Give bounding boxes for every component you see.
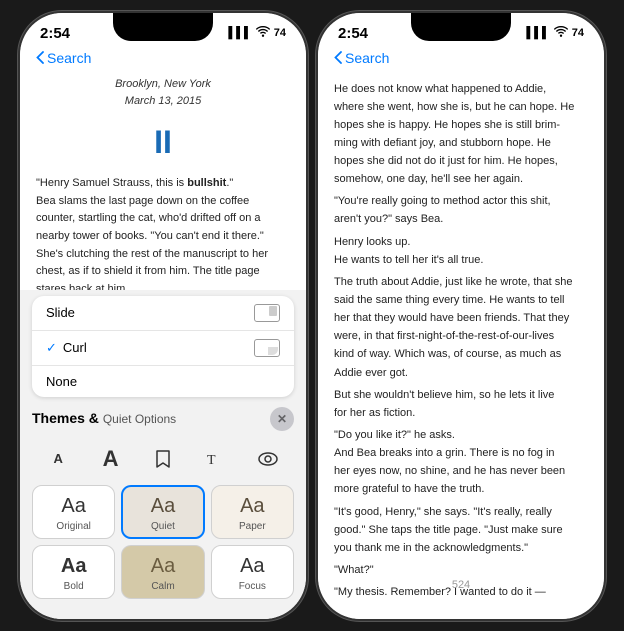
notch-right: [411, 13, 511, 41]
slide-options: Slide ✓ Curl: [32, 296, 294, 397]
none-label: None: [46, 374, 77, 389]
theme-paper[interactable]: Aa Paper: [211, 485, 294, 539]
theme-original[interactable]: Aa Original: [32, 485, 115, 539]
battery-icon-left: 74: [274, 27, 286, 39]
slide-option-slide[interactable]: Slide: [32, 296, 294, 331]
book-header: Brooklyn, New York March 13, 2015: [36, 76, 290, 110]
nav-bar-right[interactable]: Search: [318, 46, 604, 72]
close-button[interactable]: ✕: [270, 407, 294, 431]
book-date: March 13, 2015: [36, 93, 290, 110]
font-small-button[interactable]: A: [40, 441, 76, 477]
theme-label-quiet: Quiet: [151, 521, 175, 532]
curl-icon: [254, 339, 280, 357]
svg-text:T: T: [207, 453, 216, 467]
theme-aa-original: Aa: [61, 495, 85, 518]
theme-label-paper: Paper: [239, 521, 266, 532]
theme-aa-bold: Aa: [61, 555, 87, 578]
quiet-options-text: Quiet Options: [103, 412, 176, 426]
signal-icon-left: ▌▌▌: [228, 27, 251, 39]
theme-grid: Aa Original Aa Quiet Aa Paper Aa Bold: [32, 485, 294, 599]
back-label-left: Search: [47, 50, 91, 66]
eye-button[interactable]: [250, 441, 286, 477]
bottom-panel: Slide ✓ Curl: [20, 290, 306, 619]
toolbar-row: A A T: [32, 437, 294, 485]
bookmark-button[interactable]: [145, 441, 181, 477]
right-screen: 2:54 ▌▌▌ 74 Search He does not know: [318, 13, 604, 619]
signal-icon-right: ▌▌▌: [526, 27, 549, 39]
theme-label-calm: Calm: [151, 581, 174, 592]
slide-option-curl[interactable]: ✓ Curl: [32, 331, 294, 366]
wifi-icon-right: [554, 26, 568, 40]
slide-icon: [254, 304, 280, 322]
theme-aa-calm: Aa: [151, 555, 175, 578]
theme-label-bold: Bold: [64, 581, 84, 592]
chapter-number: II: [36, 118, 290, 168]
status-time-right: 2:54: [338, 25, 368, 42]
text-format-button[interactable]: T: [197, 441, 233, 477]
back-button-left[interactable]: Search: [36, 50, 91, 66]
curl-label: Curl: [63, 340, 87, 355]
right-phone: 2:54 ▌▌▌ 74 Search He does not know: [316, 11, 606, 621]
back-button-right[interactable]: Search: [334, 50, 389, 66]
left-screen: 2:54 ▌▌▌ 74 Search Brookl: [20, 13, 306, 619]
status-icons-right: ▌▌▌ 74: [526, 26, 584, 40]
slide-label: Slide: [46, 305, 75, 320]
themes-label: Themes & Quiet Options: [32, 410, 176, 428]
notch: [113, 13, 213, 41]
left-phone: 2:54 ▌▌▌ 74 Search Brookl: [18, 11, 308, 621]
theme-aa-paper: Aa: [240, 495, 264, 518]
theme-aa-quiet: Aa: [151, 495, 175, 518]
status-time-left: 2:54: [40, 25, 70, 42]
back-label-right: Search: [345, 50, 389, 66]
wifi-icon-left: [256, 26, 270, 40]
theme-focus[interactable]: Aa Focus: [211, 545, 294, 599]
theme-label-original: Original: [56, 521, 90, 532]
font-large-button[interactable]: A: [93, 441, 129, 477]
nav-bar-left[interactable]: Search: [20, 46, 306, 72]
check-icon: ✓: [46, 340, 57, 356]
themes-text: Themes &: [32, 410, 103, 426]
theme-quiet[interactable]: Aa Quiet: [121, 485, 204, 539]
slide-option-none[interactable]: None: [32, 366, 294, 397]
book-content-right: He does not know what happened to Addie,…: [318, 72, 604, 598]
themes-row: Themes & Quiet Options ✕: [32, 403, 294, 437]
theme-label-focus: Focus: [239, 581, 266, 592]
status-icons-left: ▌▌▌ 74: [228, 26, 286, 40]
battery-icon-right: 74: [572, 27, 584, 39]
page-number: 524: [452, 579, 470, 591]
theme-calm[interactable]: Aa Calm: [121, 545, 204, 599]
theme-bold[interactable]: Aa Bold: [32, 545, 115, 599]
theme-aa-focus: Aa: [240, 555, 264, 578]
book-location: Brooklyn, New York: [36, 76, 290, 93]
